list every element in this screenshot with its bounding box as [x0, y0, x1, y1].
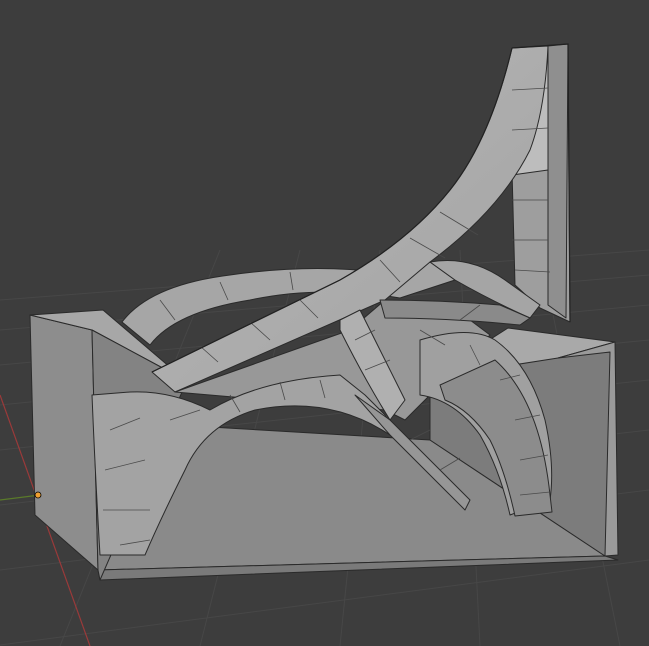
- viewport-canvas[interactable]: [0, 0, 649, 646]
- 3d-viewport[interactable]: [0, 0, 649, 646]
- origin-point: [34, 491, 42, 499]
- y-axis-line: [0, 494, 41, 501]
